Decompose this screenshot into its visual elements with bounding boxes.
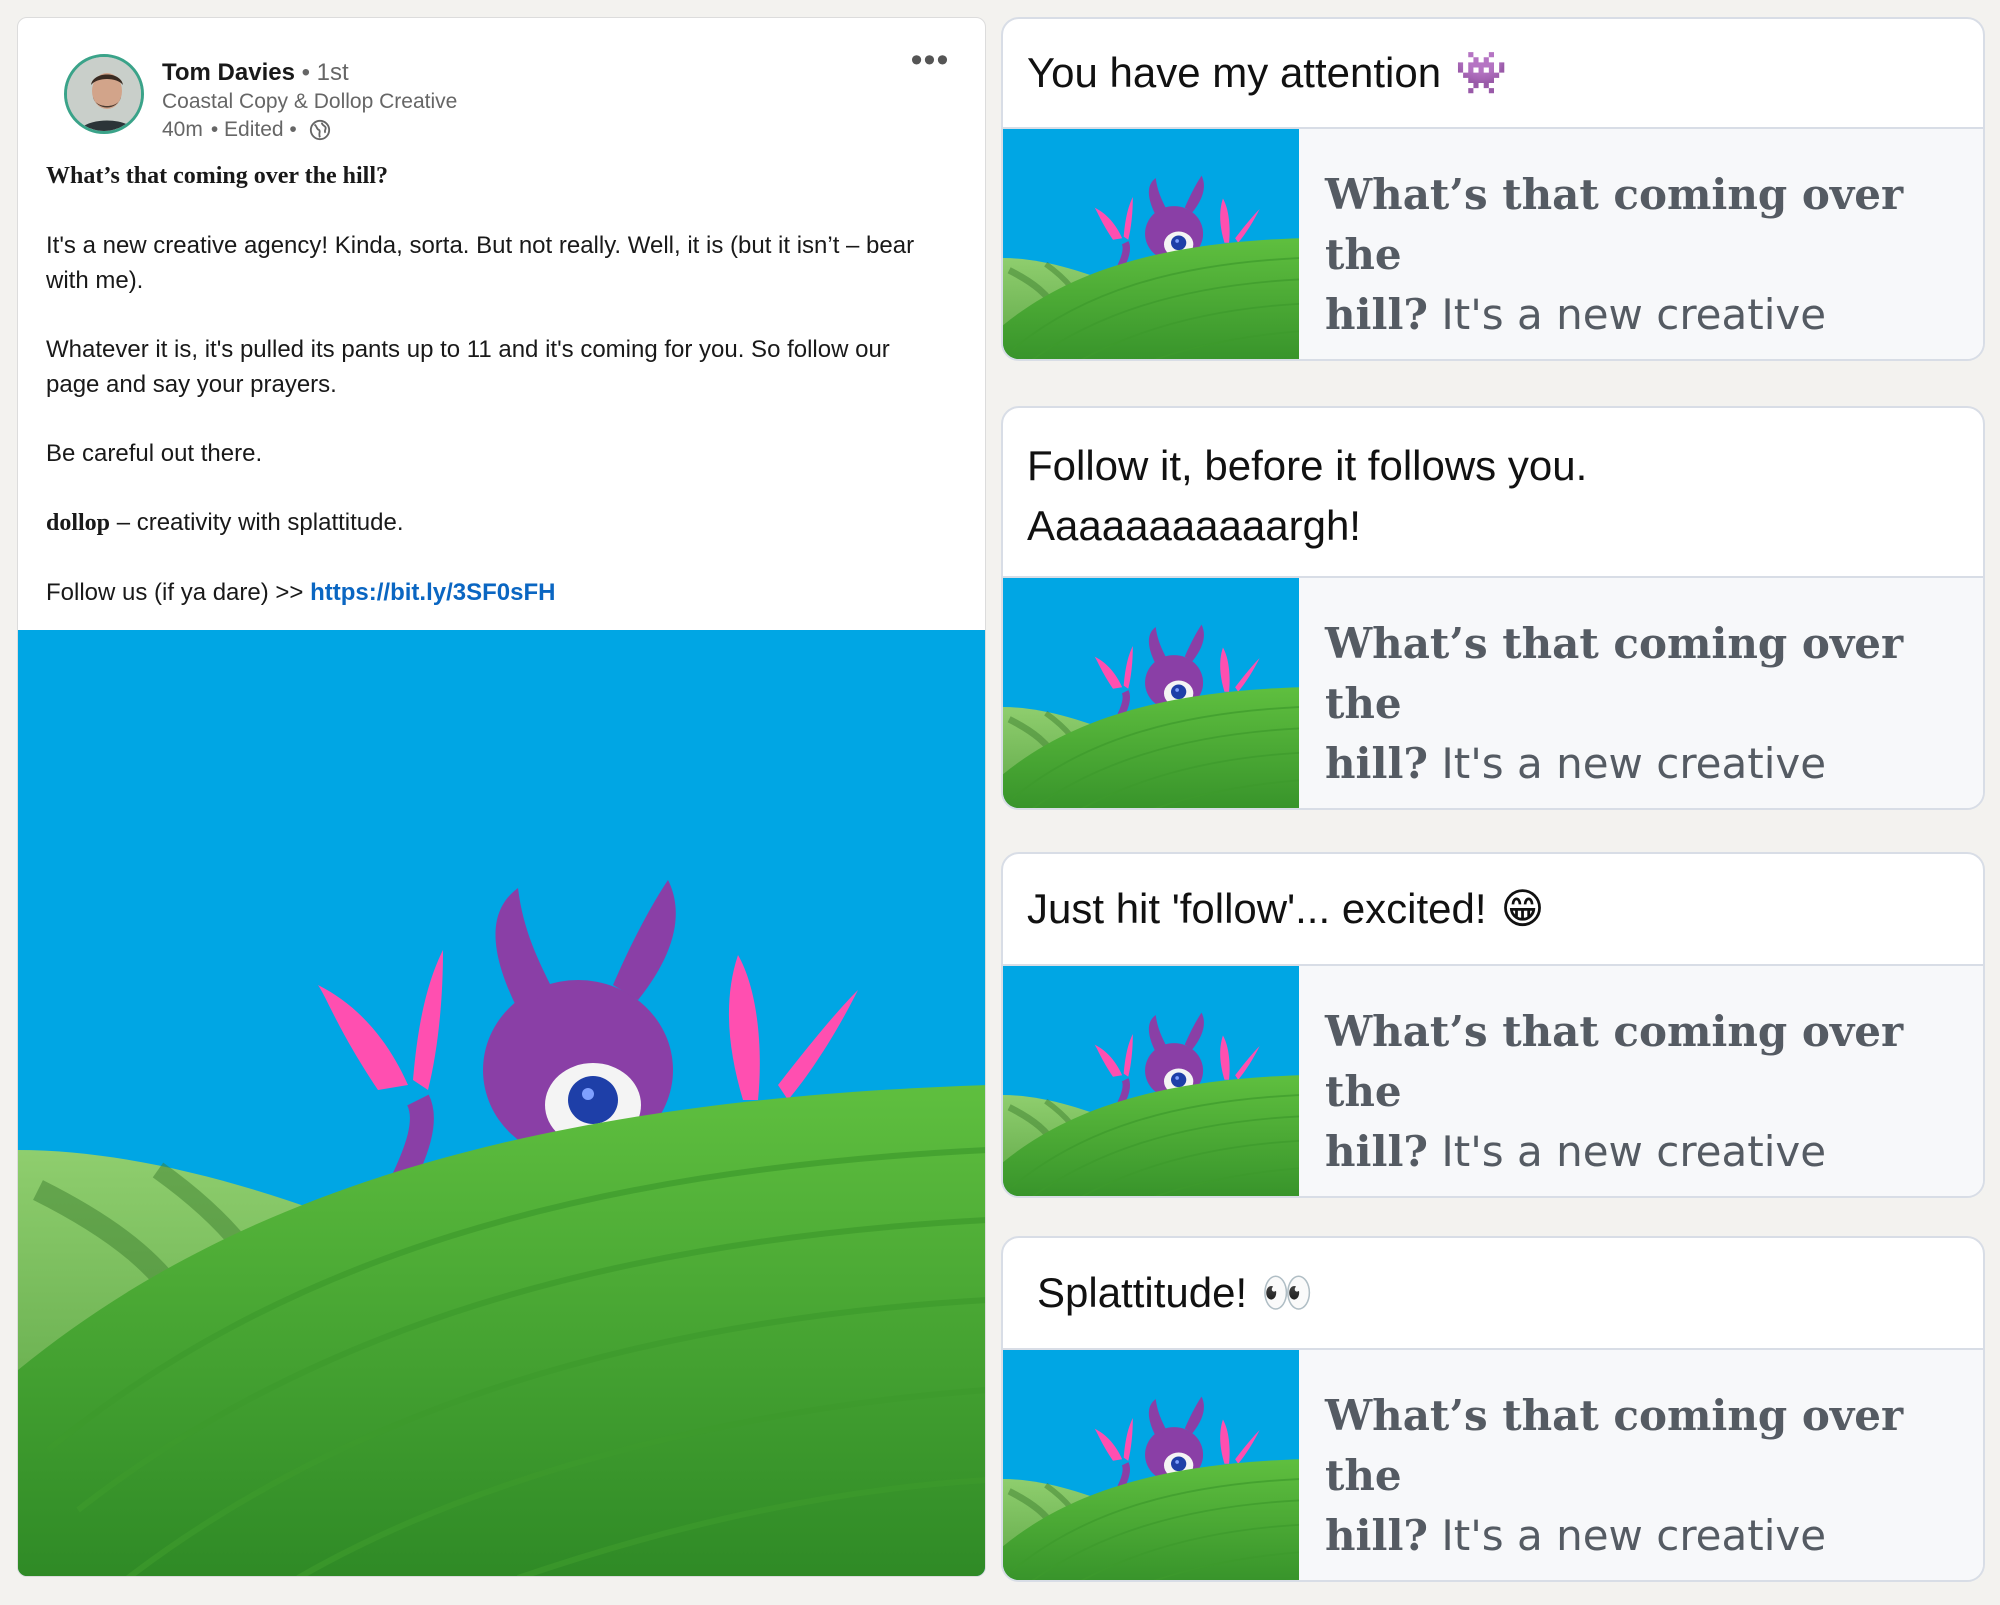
comment-text: Splattitude! 👀 (1003, 1238, 1983, 1350)
preview-title-cont: hill? (1325, 739, 1429, 788)
brand-name: dollop (46, 510, 111, 536)
comment-card-1: You have my attention 👾 What’s that comi… (1001, 17, 1985, 361)
comment-message: Follow it, before it follows you. Aaaaaa… (1027, 442, 1588, 549)
connection-degree: • 1st (301, 59, 349, 86)
avatar[interactable] (64, 54, 144, 134)
follow-prefix: Follow us (if ya dare) >> (46, 579, 311, 606)
comment-message: You have my attention (1027, 49, 1442, 96)
author-name[interactable]: Tom Davies (162, 59, 295, 86)
eyes-icon: 👀 (1261, 1269, 1314, 1316)
avatar-photo-icon (67, 57, 141, 131)
preview-thumbnail (1003, 129, 1299, 359)
link-preview[interactable]: What’s that coming over the hill? It's a… (1003, 578, 1983, 808)
preview-title: What’s that coming over the (1325, 170, 1904, 279)
comment-card-2: Follow it, before it follows you. Aaaaaa… (1001, 406, 1985, 810)
post-paragraph-2: Whatever it is, it's pulled its pants up… (46, 336, 890, 398)
globe-icon (309, 119, 330, 141)
comment-text: Follow it, before it follows you. Aaaaaa… (1003, 408, 1983, 578)
grinning-face-icon: 😁 (1500, 885, 1545, 932)
preview-thumbnail (1003, 578, 1299, 808)
post-heading: What’s that coming over the hill? (46, 158, 946, 194)
preview-title: What’s that coming over the (1325, 1007, 1904, 1116)
comment-card-4: Splattitude! 👀 What’s that coming over t… (1001, 1236, 1985, 1582)
author-block: Tom Davies • 1st Coastal Copy & Dollop C… (162, 58, 457, 144)
preview-thumbnail (1003, 966, 1299, 1196)
post-body: What’s that coming over the hill? It's a… (46, 158, 946, 644)
preview-title-cont: hill? (1325, 290, 1429, 339)
comment-message: Splattitude! (1037, 1269, 1248, 1316)
edited-label: • Edited • (210, 118, 297, 141)
alien-monster-icon: 👾 (1455, 49, 1508, 96)
post-time: 40m (162, 118, 203, 141)
comment-text: You have my attention 👾 (1003, 19, 1983, 129)
preview-thumbnail (1003, 1350, 1299, 1580)
link-preview[interactable]: What’s that coming over the hill? It's a… (1003, 1350, 1983, 1580)
post-image[interactable] (18, 630, 986, 1577)
preview-title-cont: hill? (1325, 1127, 1429, 1176)
post-paragraph-1: It's a new creative agency! Kinda, sorta… (46, 232, 915, 294)
comment-message: Just hit 'follow'... excited! (1027, 885, 1487, 932)
link-preview[interactable]: What’s that coming over the hill? It's a… (1003, 966, 1983, 1196)
preview-text: What’s that coming over the hill? It's a… (1299, 1350, 1983, 1580)
author-headline: Coastal Copy & Dollop Creative (162, 90, 458, 113)
author-line: Tom Davies • 1st (162, 58, 457, 88)
preview-text: What’s that coming over the hill? It's a… (1299, 129, 1983, 359)
preview-text: What’s that coming over the hill? It's a… (1299, 966, 1983, 1196)
comment-card-3: Just hit 'follow'... excited! 😁 What’s t… (1001, 852, 1985, 1198)
post-card: Tom Davies • 1st Coastal Copy & Dollop C… (17, 17, 986, 1577)
tagline-text: – creativity with splattitude. (110, 509, 404, 536)
post-paragraph-3: Be careful out there. (46, 440, 263, 467)
link-preview[interactable]: What’s that coming over the hill? It's a… (1003, 129, 1983, 359)
post-tagline: dollop – creativity with splattitude. (46, 505, 946, 541)
preview-text: What’s that coming over the hill? It's a… (1299, 578, 1983, 808)
comment-text: Just hit 'follow'... excited! 😁 (1003, 854, 1983, 966)
more-options-button[interactable]: ••• (905, 43, 955, 80)
post-follow-line: Follow us (if ya dare) >> https://bit.ly… (46, 575, 946, 610)
post-link[interactable]: https://bit.ly/3SF0sFH (310, 579, 555, 606)
post-meta: 40m • Edited • (162, 116, 457, 144)
preview-title: What’s that coming over the (1325, 1391, 1904, 1500)
post-heading-text: What’s that coming over the hill? (46, 163, 388, 189)
post-header: Tom Davies • 1st Coastal Copy & Dollop C… (46, 40, 965, 150)
preview-title: What’s that coming over the (1325, 619, 1904, 728)
preview-title-cont: hill? (1325, 1511, 1429, 1560)
